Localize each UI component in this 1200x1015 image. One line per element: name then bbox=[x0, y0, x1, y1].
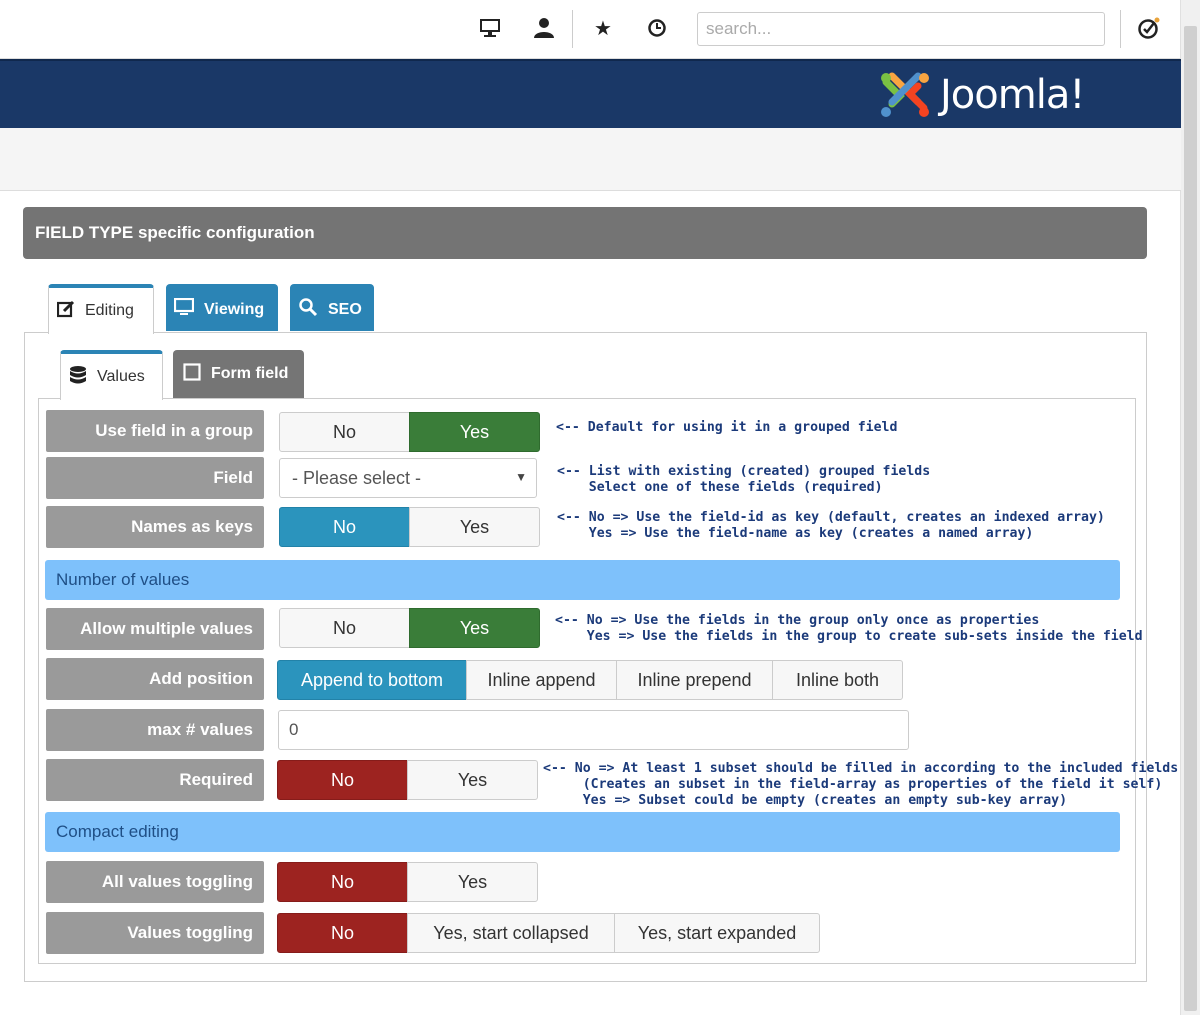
names-as-keys-no-button[interactable]: No bbox=[279, 507, 410, 547]
names-as-keys-note: <-- No => Use the field-id as key (defau… bbox=[557, 510, 1105, 541]
names-as-keys-yes-button[interactable]: Yes bbox=[409, 507, 540, 547]
clock-icon[interactable] bbox=[645, 16, 669, 40]
required-yes-button[interactable]: Yes bbox=[407, 760, 538, 800]
site-header: Joomla! bbox=[0, 59, 1181, 129]
add-position-inline-prepend-button[interactable]: Inline prepend bbox=[616, 660, 773, 700]
section-compact-editing: Compact editing bbox=[45, 812, 1120, 852]
use-group-yes-button[interactable]: Yes bbox=[409, 412, 540, 452]
use-group-no-button[interactable]: No bbox=[279, 412, 410, 452]
values-toggling-no-button[interactable]: No bbox=[277, 913, 408, 953]
sub-header bbox=[0, 128, 1181, 191]
edit-icon bbox=[56, 300, 75, 323]
field-label: Field bbox=[46, 457, 264, 499]
tab-label: Viewing bbox=[204, 300, 265, 318]
tab-label: Editing bbox=[85, 302, 134, 319]
max-values-label: max # values bbox=[46, 709, 264, 751]
search-input[interactable] bbox=[697, 12, 1105, 46]
field-select[interactable]: - Please select - ▼ bbox=[279, 458, 537, 498]
toolbar-divider bbox=[1120, 10, 1121, 48]
values-toggling-label: Values toggling bbox=[46, 912, 264, 954]
required-label: Required bbox=[46, 759, 264, 801]
required-no-button[interactable]: No bbox=[277, 760, 408, 800]
all-values-toggling-no-button[interactable]: No bbox=[277, 862, 408, 902]
user-icon[interactable] bbox=[532, 16, 556, 40]
values-toggling-collapsed-button[interactable]: Yes, start collapsed bbox=[407, 913, 615, 953]
allow-multiple-label: Allow multiple values bbox=[46, 608, 264, 650]
tab-editing[interactable]: Editing bbox=[48, 284, 154, 334]
tab-label: Values bbox=[97, 368, 145, 385]
tab-label: Form field bbox=[211, 365, 289, 382]
allow-multiple-note: <-- No => Use the fields in the group on… bbox=[555, 613, 1143, 644]
field-select-value: - Please select - bbox=[292, 467, 422, 488]
scrollbar-thumb[interactable] bbox=[1184, 26, 1197, 1011]
monitor-icon[interactable] bbox=[478, 16, 502, 40]
logo-text: Joomla! bbox=[940, 72, 1085, 118]
tab-label: SEO bbox=[328, 300, 362, 318]
names-as-keys-label: Names as keys bbox=[46, 506, 264, 548]
search-icon bbox=[298, 297, 318, 322]
use-group-note: <-- Default for using it in a grouped fi… bbox=[556, 420, 898, 435]
tab-viewing[interactable]: Viewing bbox=[166, 284, 278, 331]
required-note: <-- No => At least 1 subset should be fi… bbox=[543, 761, 1179, 808]
chevron-down-icon: ▼ bbox=[515, 470, 527, 484]
all-values-toggling-label: All values toggling bbox=[46, 861, 264, 903]
add-position-inline-append-button[interactable]: Inline append bbox=[466, 660, 617, 700]
use-group-label: Use field in a group bbox=[46, 410, 264, 452]
check-circle-icon[interactable] bbox=[1137, 16, 1161, 40]
add-position-append-bottom-button[interactable]: Append to bottom bbox=[277, 660, 467, 700]
panel-title: FIELD TYPE specific configuration bbox=[23, 207, 1147, 259]
scrollbar[interactable] bbox=[1180, 0, 1200, 1015]
monitor-icon bbox=[173, 297, 195, 321]
allow-multiple-no-button[interactable]: No bbox=[279, 608, 410, 648]
values-toggling-expanded-button[interactable]: Yes, start expanded bbox=[614, 913, 820, 953]
add-position-label: Add position bbox=[46, 658, 264, 700]
joomla-logo-icon bbox=[881, 72, 929, 117]
top-toolbar: ★ bbox=[0, 0, 1181, 59]
star-icon[interactable]: ★ bbox=[591, 16, 615, 40]
database-icon bbox=[69, 365, 87, 390]
all-values-toggling-yes-button[interactable]: Yes bbox=[407, 862, 538, 902]
max-values-input[interactable]: 0 bbox=[278, 710, 909, 750]
field-note: <-- List with existing (created) grouped… bbox=[557, 464, 931, 495]
allow-multiple-yes-button[interactable]: Yes bbox=[409, 608, 540, 648]
checkbox-icon bbox=[183, 362, 201, 386]
tab-values[interactable]: Values bbox=[60, 350, 163, 400]
add-position-inline-both-button[interactable]: Inline both bbox=[772, 660, 903, 700]
tab-form-field[interactable]: Form field bbox=[173, 350, 304, 398]
section-number-of-values: Number of values bbox=[45, 560, 1120, 600]
joomla-logo[interactable]: Joomla! bbox=[878, 67, 1085, 123]
toolbar-divider bbox=[572, 10, 573, 48]
tab-seo[interactable]: SEO bbox=[290, 284, 374, 331]
